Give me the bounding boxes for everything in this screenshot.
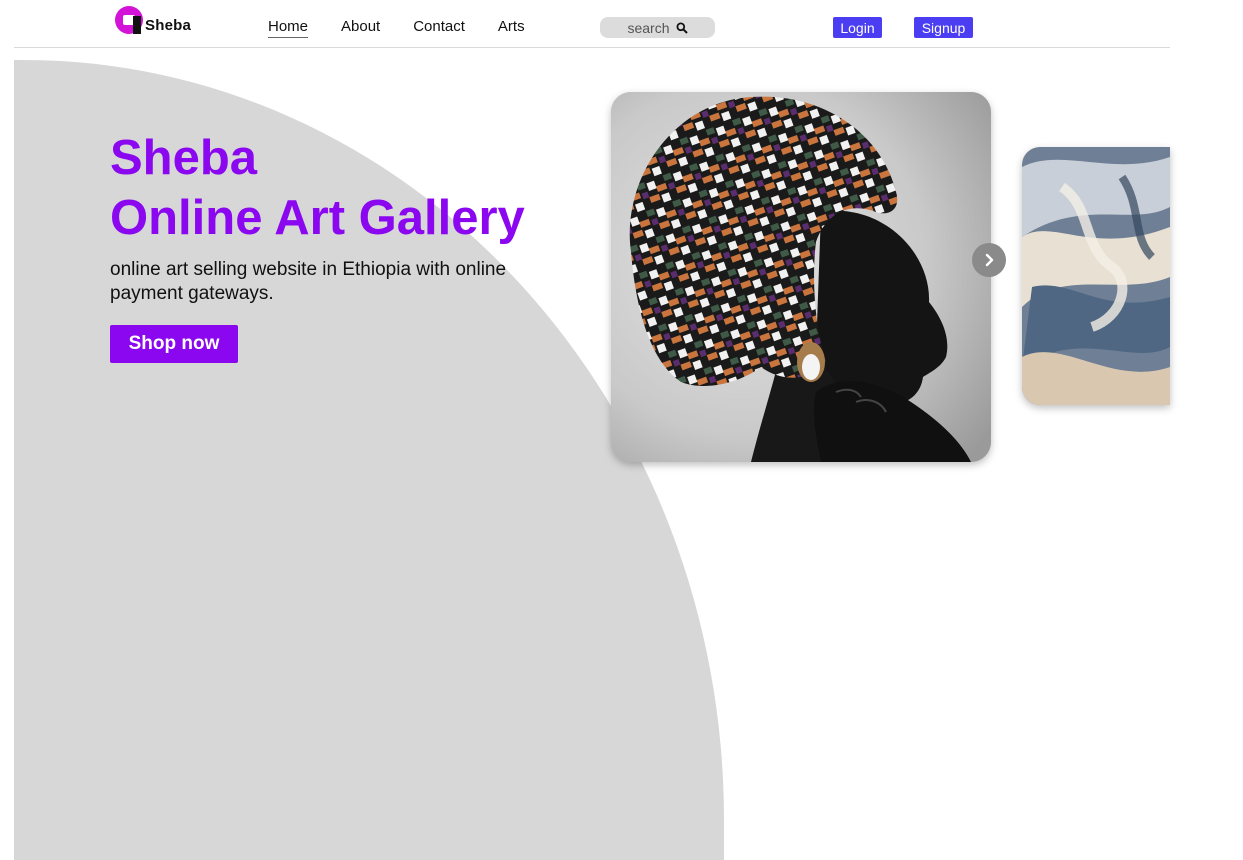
brand-name: Sheba	[145, 16, 192, 34]
login-button[interactable]: Login	[833, 17, 882, 38]
search-icon	[676, 22, 688, 34]
nav-links: Home About Contact Arts	[268, 18, 558, 38]
carousel-next-button[interactable]	[972, 243, 1006, 277]
hero-title: Sheba Online Art Gallery	[110, 128, 525, 248]
nav-link-home[interactable]: Home	[268, 18, 309, 38]
search-input[interactable]: search	[600, 17, 715, 38]
nav-link-contact[interactable]: Contact	[413, 18, 465, 35]
sheba-logo-icon	[115, 6, 147, 36]
carousel-slide-main[interactable]	[611, 92, 991, 462]
brand-logo[interactable]: Sheba	[115, 6, 205, 36]
abstract-swirl-painting	[1022, 147, 1170, 405]
nav-link-arts[interactable]: Arts	[498, 18, 525, 35]
shop-now-button[interactable]: Shop now	[110, 325, 238, 363]
hero-title-line2: Online Art Gallery	[110, 191, 525, 245]
hero-title-line1: Sheba	[110, 131, 258, 185]
signup-button[interactable]: Signup	[914, 17, 973, 38]
navbar: Sheba Home About Contact Arts search Log…	[14, 0, 1170, 48]
chevron-right-icon	[985, 253, 994, 267]
hero-description: online art selling website in Ethiopia w…	[110, 259, 507, 304]
nav-link-about[interactable]: About	[341, 18, 380, 35]
carousel-slide-next[interactable]	[1022, 147, 1170, 405]
search-placeholder: search	[627, 19, 670, 36]
portrait-woman-headwrap-photo	[611, 92, 991, 462]
